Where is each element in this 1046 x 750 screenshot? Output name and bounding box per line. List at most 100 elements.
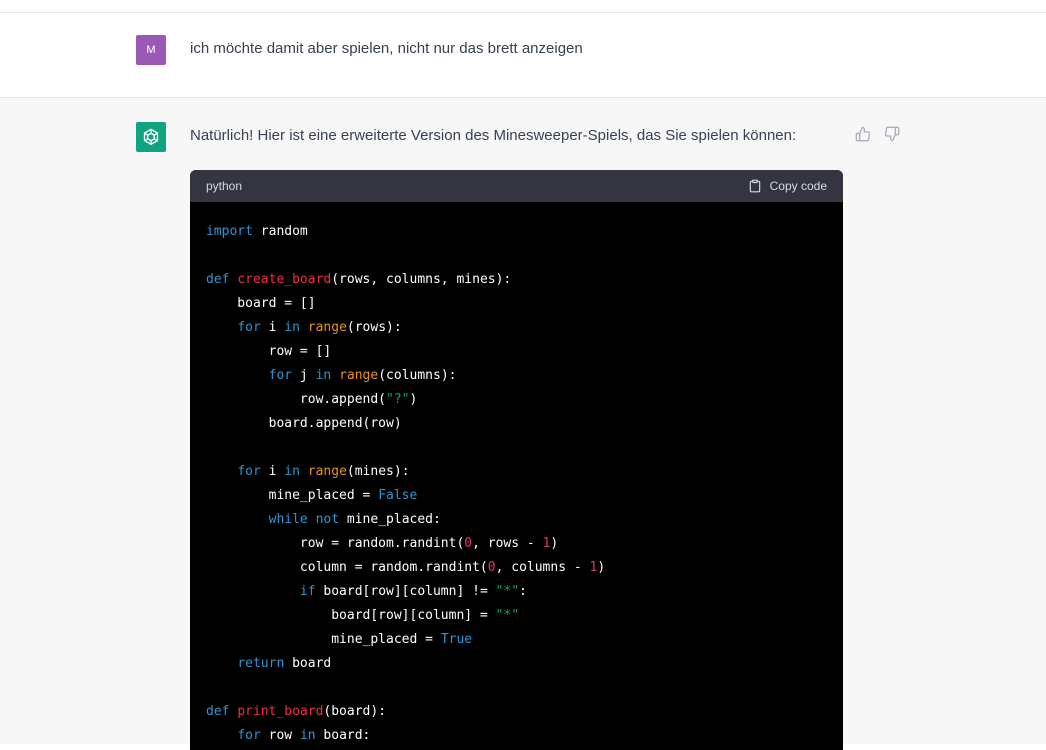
- code-token: for: [237, 320, 261, 335]
- code-line: for row in board:: [206, 724, 827, 748]
- code-token: not: [315, 512, 340, 527]
- code-token: in: [315, 368, 332, 383]
- code-token: row: [260, 728, 300, 743]
- code-token: mine_placed =: [206, 488, 379, 503]
- code-line: def print_board(board):: [206, 700, 827, 724]
- code-token: (mines):: [346, 464, 410, 479]
- code-token: for: [237, 728, 261, 743]
- code-token: if: [299, 584, 316, 599]
- code-token: row = []: [206, 344, 332, 359]
- code-line: for i in range(rows):: [206, 316, 827, 340]
- code-token: return: [237, 656, 285, 671]
- code-language-label: python: [206, 179, 243, 193]
- code-line: while not mine_placed:: [206, 508, 827, 532]
- code-token: while: [268, 512, 308, 527]
- code-token: in: [284, 320, 300, 335]
- code-token: board[row][column] =: [206, 608, 496, 623]
- clipboard-icon: [749, 179, 760, 193]
- code-line: mine_placed = False: [206, 484, 827, 508]
- user-message-text: ich möchte damit aber spielen, nicht nur…: [190, 40, 583, 57]
- code-token: "*": [495, 584, 520, 599]
- assistant-message-row: Natürlich! Hier ist eine erweiterte Vers…: [0, 98, 1046, 750]
- code-token: board: [284, 656, 332, 671]
- code-line: if board[row][column] != "*":: [206, 580, 827, 604]
- code-token: in: [299, 728, 316, 743]
- code-token: import: [206, 224, 253, 239]
- code-token: i: [260, 464, 285, 479]
- code-token: random: [252, 224, 308, 239]
- code-token: mine_placed =: [206, 632, 441, 647]
- code-token: 0: [487, 560, 496, 575]
- code-token: create_board: [237, 272, 332, 287]
- code-line: row = random.randint(0, rows - 1): [206, 532, 827, 556]
- feedback-buttons: [854, 125, 900, 142]
- code-line: board[row][column] = "*": [206, 604, 827, 628]
- code-token: False: [378, 488, 418, 503]
- code-line: import random: [206, 220, 827, 244]
- user-avatar: M: [136, 35, 166, 65]
- code-token: for: [268, 368, 293, 383]
- code-token: for: [237, 464, 261, 479]
- code-token: :: [519, 584, 527, 599]
- code-line: return board: [206, 652, 827, 676]
- code-token: , columns -: [495, 560, 590, 575]
- user-message-row: M ich möchte damit aber spielen, nicht n…: [0, 13, 1046, 98]
- code-token: column = random.randint(: [206, 560, 488, 575]
- openai-logo-icon: [136, 122, 166, 152]
- copy-code-label: Copy code: [769, 179, 827, 193]
- code-token: ): [409, 392, 418, 407]
- code-line: for j in range(columns):: [206, 364, 827, 388]
- code-token: 0: [464, 536, 473, 551]
- code-token: "?": [386, 392, 410, 407]
- code-line: for i in range(mines):: [206, 460, 827, 484]
- code-line: column = random.randint(0, columns - 1): [206, 556, 827, 580]
- code-token: j: [292, 368, 316, 383]
- code-content: import random def create_board(rows, colu…: [190, 202, 843, 748]
- thumbs-down-icon[interactable]: [883, 125, 900, 142]
- code-token: ): [550, 536, 559, 551]
- code-token: (rows):: [346, 320, 402, 335]
- code-token: row.append(: [206, 392, 387, 407]
- code-token: , rows -: [472, 536, 543, 551]
- code-line: row.append("?"): [206, 388, 827, 412]
- code-token: (columns):: [378, 368, 457, 383]
- code-token: row = random.randint(: [206, 536, 465, 551]
- code-token: board:: [315, 728, 371, 743]
- code-token: True: [440, 632, 473, 647]
- code-line: mine_placed = True: [206, 628, 827, 652]
- code-token: def: [206, 704, 230, 719]
- code-token: range: [339, 368, 379, 383]
- code-block: python Copy code import random def create…: [190, 170, 843, 750]
- code-token: (rows, columns, mines):: [331, 272, 512, 287]
- code-token: board.append(row): [206, 416, 402, 431]
- code-token: ): [597, 560, 606, 575]
- code-token: range: [307, 464, 347, 479]
- code-token: "*": [495, 608, 520, 623]
- code-line: def create_board(rows, columns, mines):: [206, 268, 827, 292]
- code-token: def: [206, 272, 230, 287]
- code-token: board = []: [206, 296, 316, 311]
- assistant-message-text: Natürlich! Hier ist eine erweiterte Vers…: [190, 127, 797, 144]
- code-token: (board):: [323, 704, 387, 719]
- code-block-header: python Copy code: [190, 170, 843, 202]
- code-line: board.append(row): [206, 412, 827, 436]
- copy-code-button[interactable]: Copy code: [748, 179, 827, 193]
- code-token: print_board: [237, 704, 324, 719]
- code-line: row = []: [206, 340, 827, 364]
- code-token: board[row][column] !=: [315, 584, 496, 599]
- code-token: i: [260, 320, 285, 335]
- thumbs-up-icon[interactable]: [854, 125, 871, 142]
- code-token: range: [307, 320, 347, 335]
- code-token: mine_placed:: [339, 512, 441, 527]
